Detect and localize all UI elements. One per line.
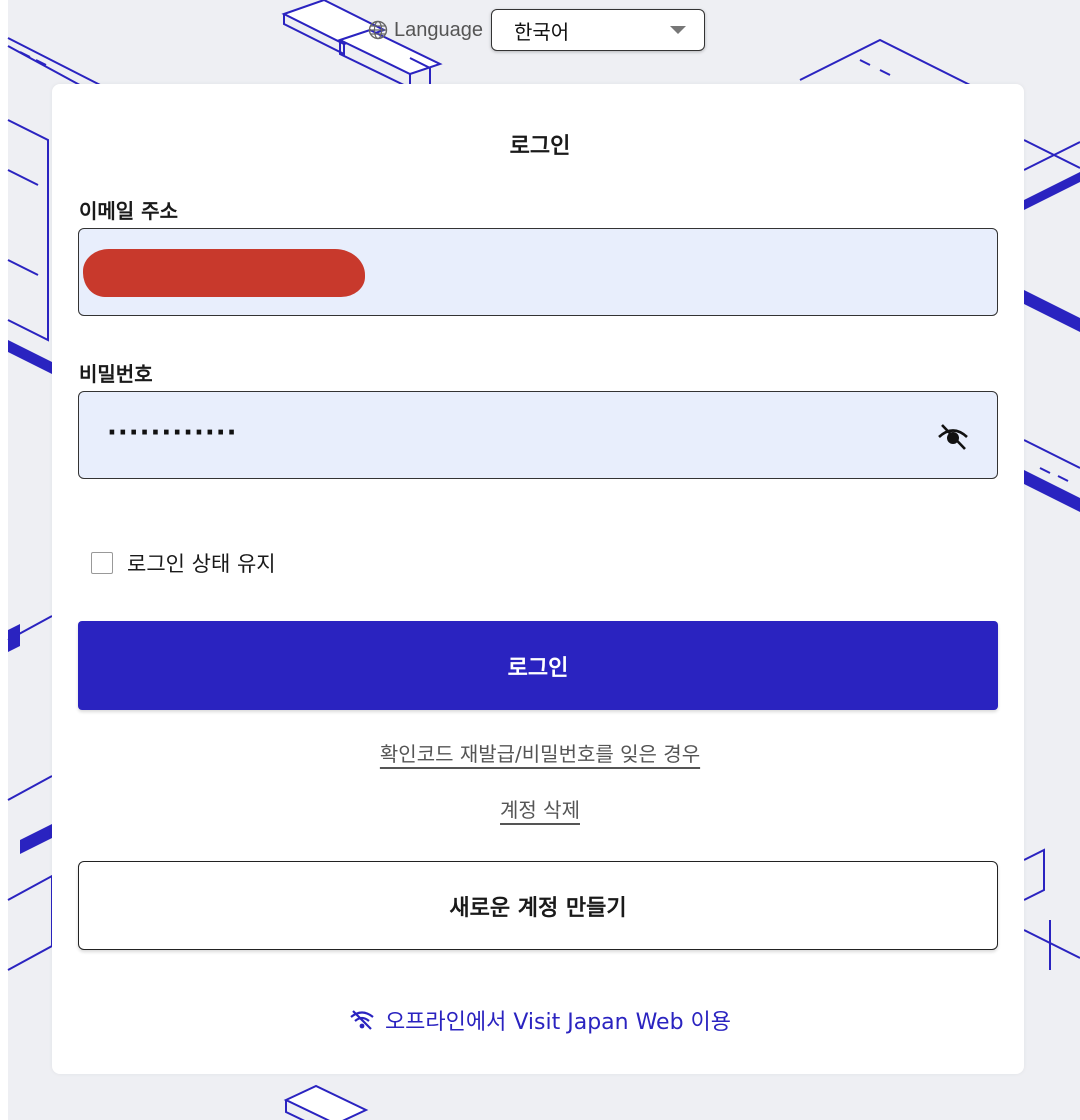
language-select[interactable]: 한국어 (490, 9, 705, 51)
language-label: Language (394, 18, 483, 41)
password-label: 비밀번호 (79, 362, 153, 386)
delete-account-link[interactable]: 계정 삭제 (500, 798, 580, 822)
language-selected-value: 한국어 (513, 19, 570, 44)
create-account-button[interactable]: 새로운 계정 만들기 (78, 861, 998, 950)
page-title: 로그인 (509, 134, 571, 159)
wifi-off-icon (350, 1010, 374, 1030)
reset-password-link[interactable]: 확인코드 재발급/비밀번호를 잊은 경우 (380, 742, 700, 766)
email-field[interactable] (78, 228, 998, 316)
eye-off-icon[interactable] (935, 418, 971, 454)
caret-down-icon (669, 26, 686, 34)
remember-me-label: 로그인 상태 유지 (127, 552, 276, 576)
password-masked-value: ············ (107, 418, 238, 448)
globe-icon (368, 20, 388, 40)
language-bar: Language 한국어 (368, 8, 705, 52)
offline-link[interactable]: 오프라인에서 Visit Japan Web 이용 (0, 1004, 1080, 1036)
delete-link-row: 계정 삭제 (0, 794, 1080, 823)
remember-me-checkbox[interactable] (91, 552, 113, 574)
redacted-email-value (83, 249, 365, 297)
reset-link-row: 확인코드 재발급/비밀번호를 잊은 경우 (0, 738, 1080, 767)
remember-me-row[interactable]: 로그인 상태 유지 (91, 548, 276, 578)
password-field[interactable]: ············ (78, 391, 998, 479)
email-label: 이메일 주소 (79, 199, 178, 223)
offline-link-label: 오프라인에서 Visit Japan Web 이용 (384, 1010, 732, 1035)
login-button[interactable]: 로그인 (78, 621, 998, 710)
